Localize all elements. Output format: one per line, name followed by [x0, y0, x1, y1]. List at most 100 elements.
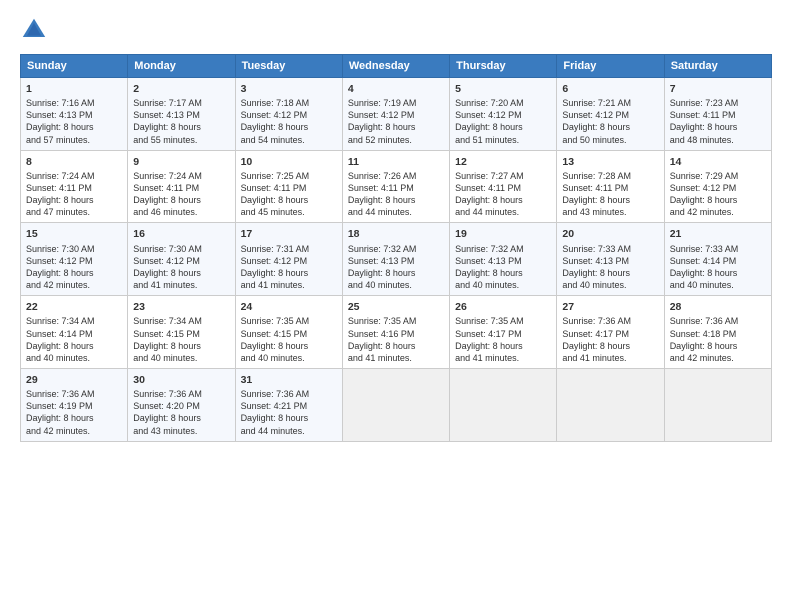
day-info-line: Daylight: 8 hours	[26, 121, 122, 133]
day-cell: 2Sunrise: 7:17 AMSunset: 4:13 PMDaylight…	[128, 78, 235, 151]
day-info-line: Daylight: 8 hours	[26, 340, 122, 352]
day-info-line: and 42 minutes.	[670, 206, 766, 218]
day-cell: 5Sunrise: 7:20 AMSunset: 4:12 PMDaylight…	[450, 78, 557, 151]
day-info-line: Daylight: 8 hours	[455, 267, 551, 279]
day-info-line: Daylight: 8 hours	[562, 267, 658, 279]
day-info-line: Daylight: 8 hours	[133, 194, 229, 206]
day-info-line: Daylight: 8 hours	[348, 340, 444, 352]
day-number: 2	[133, 82, 229, 96]
day-info-line: Sunrise: 7:19 AM	[348, 97, 444, 109]
day-info-line: Sunrise: 7:26 AM	[348, 170, 444, 182]
day-number: 3	[241, 82, 337, 96]
day-number: 15	[26, 227, 122, 241]
day-info-line: and 41 minutes.	[562, 352, 658, 364]
day-info-line: Sunrise: 7:21 AM	[562, 97, 658, 109]
day-info-line: Sunrise: 7:28 AM	[562, 170, 658, 182]
day-info-line: and 43 minutes.	[562, 206, 658, 218]
header-cell-tuesday: Tuesday	[235, 55, 342, 78]
day-cell: 22Sunrise: 7:34 AMSunset: 4:14 PMDayligh…	[21, 296, 128, 369]
day-cell: 18Sunrise: 7:32 AMSunset: 4:13 PMDayligh…	[342, 223, 449, 296]
day-info-line: Sunrise: 7:36 AM	[133, 388, 229, 400]
header-cell-monday: Monday	[128, 55, 235, 78]
day-cell	[557, 368, 664, 441]
day-info-line: Sunrise: 7:35 AM	[241, 315, 337, 327]
day-info-line: Daylight: 8 hours	[348, 267, 444, 279]
day-info-line: Daylight: 8 hours	[562, 121, 658, 133]
day-info-line: Daylight: 8 hours	[455, 194, 551, 206]
day-number: 4	[348, 82, 444, 96]
day-cell: 8Sunrise: 7:24 AMSunset: 4:11 PMDaylight…	[21, 150, 128, 223]
day-cell: 3Sunrise: 7:18 AMSunset: 4:12 PMDaylight…	[235, 78, 342, 151]
day-info-line: Sunrise: 7:36 AM	[26, 388, 122, 400]
day-cell: 12Sunrise: 7:27 AMSunset: 4:11 PMDayligh…	[450, 150, 557, 223]
day-info-line: Sunset: 4:11 PM	[241, 182, 337, 194]
header-cell-thursday: Thursday	[450, 55, 557, 78]
day-info-line: Daylight: 8 hours	[670, 267, 766, 279]
day-info-line: Sunrise: 7:35 AM	[455, 315, 551, 327]
day-info-line: Sunrise: 7:20 AM	[455, 97, 551, 109]
day-number: 22	[26, 300, 122, 314]
day-cell: 20Sunrise: 7:33 AMSunset: 4:13 PMDayligh…	[557, 223, 664, 296]
day-number: 13	[562, 155, 658, 169]
day-info-line: and 40 minutes.	[455, 279, 551, 291]
week-row-1: 1Sunrise: 7:16 AMSunset: 4:13 PMDaylight…	[21, 78, 772, 151]
day-number: 10	[241, 155, 337, 169]
day-number: 27	[562, 300, 658, 314]
day-number: 11	[348, 155, 444, 169]
day-info-line: and 41 minutes.	[241, 279, 337, 291]
day-info-line: and 42 minutes.	[670, 352, 766, 364]
day-info-line: Sunset: 4:11 PM	[670, 109, 766, 121]
day-info-line: and 43 minutes.	[133, 425, 229, 437]
day-info-line: Sunrise: 7:16 AM	[26, 97, 122, 109]
day-info-line: Sunrise: 7:36 AM	[562, 315, 658, 327]
day-info-line: Sunset: 4:19 PM	[26, 400, 122, 412]
day-cell: 31Sunrise: 7:36 AMSunset: 4:21 PMDayligh…	[235, 368, 342, 441]
day-cell: 15Sunrise: 7:30 AMSunset: 4:12 PMDayligh…	[21, 223, 128, 296]
day-number: 20	[562, 227, 658, 241]
day-info-line: Sunrise: 7:33 AM	[670, 243, 766, 255]
day-cell: 17Sunrise: 7:31 AMSunset: 4:12 PMDayligh…	[235, 223, 342, 296]
day-info-line: and 42 minutes.	[26, 279, 122, 291]
day-info-line: and 40 minutes.	[670, 279, 766, 291]
day-cell: 7Sunrise: 7:23 AMSunset: 4:11 PMDaylight…	[664, 78, 771, 151]
day-cell: 13Sunrise: 7:28 AMSunset: 4:11 PMDayligh…	[557, 150, 664, 223]
day-info-line: Sunrise: 7:23 AM	[670, 97, 766, 109]
week-row-4: 22Sunrise: 7:34 AMSunset: 4:14 PMDayligh…	[21, 296, 772, 369]
day-cell: 10Sunrise: 7:25 AMSunset: 4:11 PMDayligh…	[235, 150, 342, 223]
header-cell-saturday: Saturday	[664, 55, 771, 78]
day-number: 6	[562, 82, 658, 96]
day-info-line: Daylight: 8 hours	[241, 121, 337, 133]
day-info-line: Daylight: 8 hours	[26, 412, 122, 424]
day-info-line: Sunset: 4:13 PM	[348, 255, 444, 267]
day-info-line: Sunset: 4:17 PM	[455, 328, 551, 340]
day-number: 19	[455, 227, 551, 241]
day-info-line: and 40 minutes.	[241, 352, 337, 364]
day-info-line: Daylight: 8 hours	[133, 267, 229, 279]
day-info-line: and 54 minutes.	[241, 134, 337, 146]
day-info-line: Sunrise: 7:36 AM	[241, 388, 337, 400]
day-number: 8	[26, 155, 122, 169]
day-info-line: Daylight: 8 hours	[348, 121, 444, 133]
day-info-line: Sunrise: 7:35 AM	[348, 315, 444, 327]
day-info-line: Sunrise: 7:33 AM	[562, 243, 658, 255]
day-cell: 11Sunrise: 7:26 AMSunset: 4:11 PMDayligh…	[342, 150, 449, 223]
day-info-line: and 41 minutes.	[348, 352, 444, 364]
day-info-line: Sunrise: 7:34 AM	[133, 315, 229, 327]
day-info-line: and 44 minutes.	[348, 206, 444, 218]
day-info-line: Daylight: 8 hours	[670, 194, 766, 206]
day-cell: 28Sunrise: 7:36 AMSunset: 4:18 PMDayligh…	[664, 296, 771, 369]
day-info-line: Sunset: 4:11 PM	[562, 182, 658, 194]
day-info-line: Sunrise: 7:24 AM	[26, 170, 122, 182]
day-info-line: Daylight: 8 hours	[26, 267, 122, 279]
day-info-line: Sunset: 4:16 PM	[348, 328, 444, 340]
day-info-line: Sunset: 4:12 PM	[133, 255, 229, 267]
day-info-line: Sunset: 4:14 PM	[26, 328, 122, 340]
day-cell: 9Sunrise: 7:24 AMSunset: 4:11 PMDaylight…	[128, 150, 235, 223]
day-info-line: and 41 minutes.	[133, 279, 229, 291]
day-info-line: Daylight: 8 hours	[241, 412, 337, 424]
day-info-line: Daylight: 8 hours	[455, 340, 551, 352]
day-cell	[342, 368, 449, 441]
day-number: 7	[670, 82, 766, 96]
day-cell: 30Sunrise: 7:36 AMSunset: 4:20 PMDayligh…	[128, 368, 235, 441]
day-cell: 14Sunrise: 7:29 AMSunset: 4:12 PMDayligh…	[664, 150, 771, 223]
